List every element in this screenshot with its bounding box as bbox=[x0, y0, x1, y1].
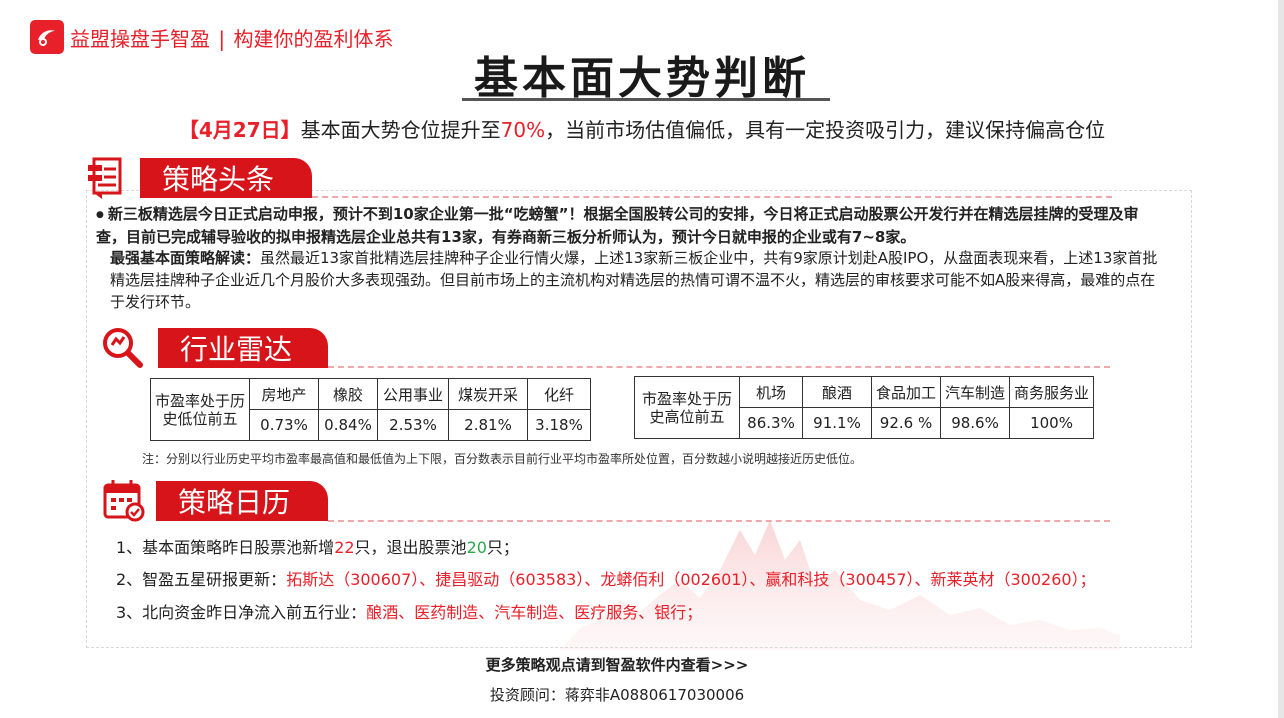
high-pe-header: 市盈率处于历史高位前五 bbox=[634, 376, 740, 439]
strategy-lead: ● 新三板精选层今日正式启动申报，预计不到10家企业第一批“吃螃蟹”！根据全国股转… bbox=[96, 203, 1156, 248]
pool-added-count: 22 bbox=[334, 538, 355, 557]
calendar-item-1-mid: 只，退出股票池 bbox=[354, 538, 467, 557]
table-row: 市盈率处于历史低位前五 房地产 橡胶 公用事业 煤炭开采 化纤 bbox=[150, 378, 591, 441]
window-edge bbox=[1278, 0, 1284, 718]
headline-date: 【4月27日】 bbox=[178, 118, 301, 142]
pool-removed-count: 20 bbox=[466, 538, 487, 557]
high-value-4: 100% bbox=[1009, 407, 1095, 439]
strategy-analysis: 最强基本面策略解读：虽然最近13家首批精选层挂牌种子企业行情火爆，上述13家新三… bbox=[110, 247, 1158, 313]
calendar-item-3: 3、北向资金昨日净流入前五行业：酿酒、医药制造、汽车制造、医疗服务、银行； bbox=[116, 599, 702, 623]
bullet-icon: ● bbox=[96, 209, 104, 220]
section-divider bbox=[328, 520, 1110, 522]
low-value-4: 3.18% bbox=[527, 409, 591, 441]
high-value-3: 98.6% bbox=[940, 407, 1011, 439]
calendar-icon bbox=[102, 478, 146, 522]
high-value-1: 91.1% bbox=[802, 407, 872, 439]
calendar-item-3-prefix: 3、北向资金昨日净流入前五行业： bbox=[116, 603, 367, 622]
low-pe-header: 市盈率处于历史低位前五 bbox=[150, 378, 250, 441]
calendar-item-2: 2、智盈五星研报更新：拓斯达（300607）、捷昌驱动（603583）、龙蟒佰利… bbox=[116, 566, 1096, 590]
high-pe-table: 市盈率处于历史高位前五 机场 酿酒 食品加工 汽车制造 商务服务业 86.3% … bbox=[634, 376, 1095, 439]
strategy-lead-text: 新三板精选层今日正式启动申报，预计不到10家企业第一批“吃螃蟹”！根据全国股转公… bbox=[96, 205, 1139, 246]
headline-percent: 70% bbox=[500, 118, 546, 142]
high-industry-3: 汽车制造 bbox=[940, 376, 1011, 408]
document-icon bbox=[86, 155, 130, 199]
low-value-1: 0.84% bbox=[318, 409, 378, 441]
calendar-item-1-prefix: 1、基本面策略昨日股票池新增 bbox=[116, 538, 335, 557]
low-industry-2: 公用事业 bbox=[377, 378, 449, 410]
research-stock-list: 拓斯达（300607）、捷昌驱动（603583）、龙蟒佰利（002601）、赢和… bbox=[286, 570, 1096, 589]
section-divider bbox=[328, 366, 1110, 368]
table-row: 市盈率处于历史高位前五 机场 酿酒 食品加工 汽车制造 商务服务业 bbox=[634, 376, 1095, 439]
analysis-text: 虽然最近13家首批精选层挂牌种子企业行情火爆，上述13家新三板企业中，共有9家原… bbox=[110, 249, 1158, 311]
section-tab-strategy: 策略头条 bbox=[140, 158, 312, 198]
low-industry-0: 房地产 bbox=[249, 378, 319, 410]
headline: 【4月27日】基本面大势仓位提升至70%，当前市场估值偏低，具有一定投资吸引力，… bbox=[0, 114, 1284, 143]
high-industry-4: 商务服务业 bbox=[1009, 376, 1095, 408]
high-industry-0: 机场 bbox=[739, 376, 803, 408]
headline-text-before: 基本面大势仓位提升至 bbox=[300, 118, 501, 142]
section-tab-calendar: 策略日历 bbox=[156, 481, 328, 521]
section-tab-radar: 行业雷达 bbox=[158, 328, 328, 368]
section-divider bbox=[312, 196, 1112, 198]
calendar-item-1-suffix: 只； bbox=[486, 538, 519, 557]
headline-text-after: ，当前市场估值偏低，具有一定投资吸引力，建议保持偏高仓位 bbox=[545, 118, 1106, 142]
high-industry-2: 食品加工 bbox=[870, 376, 942, 408]
high-value-2: 92.6 % bbox=[870, 407, 942, 439]
advisor-info: 投资顾问：蒋弈非A0880617030006 bbox=[489, 686, 745, 704]
more-info-link[interactable]: 更多策略观点请到智盈软件内查看>>> bbox=[0, 654, 1234, 675]
radar-note: 注：分别以行业历史平均市盈率最高值和最低值为上下限，百分数表示目前行业平均市盈率… bbox=[142, 452, 863, 466]
low-value-0: 0.73% bbox=[249, 409, 319, 441]
high-value-0: 86.3% bbox=[739, 407, 803, 439]
analysis-label: 最强基本面策略解读： bbox=[110, 249, 261, 267]
magnifier-icon bbox=[100, 325, 144, 369]
northbound-industry-list: 酿酒、医药制造、汽车制造、医疗服务、银行； bbox=[366, 603, 703, 622]
high-industry-1: 酿酒 bbox=[802, 376, 872, 408]
low-industry-3: 煤炭开采 bbox=[448, 378, 528, 410]
low-industry-1: 橡胶 bbox=[318, 378, 378, 410]
low-industry-4: 化纤 bbox=[527, 378, 591, 410]
calendar-item-2-prefix: 2、智盈五星研报更新： bbox=[116, 570, 287, 589]
page-title: 基本面大势判断 bbox=[474, 53, 810, 104]
calendar-item-1: 1、基本面策略昨日股票池新增22只，退出股票池20只； bbox=[116, 534, 519, 558]
title-underline bbox=[462, 98, 830, 101]
low-value-2: 2.53% bbox=[377, 409, 449, 441]
low-value-3: 2.81% bbox=[448, 409, 528, 441]
low-pe-table: 市盈率处于历史低位前五 房地产 橡胶 公用事业 煤炭开采 化纤 0.73% 0.… bbox=[150, 378, 591, 441]
